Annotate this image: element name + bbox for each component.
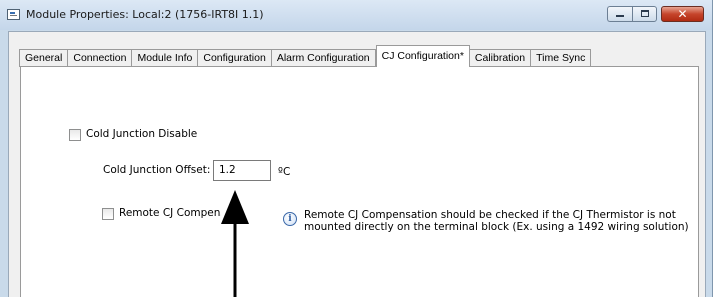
remote-cj-compensation-label: Remote CJ Compensation — [119, 207, 221, 219]
window-icon — [7, 9, 20, 20]
tab-alarm-configuration[interactable]: Alarm Configuration — [271, 49, 376, 67]
cold-junction-disable-checkbox[interactable] — [69, 129, 81, 141]
module-properties-window: Module Properties: Local:2 (1756-IRT8I 1… — [0, 0, 713, 297]
tab-general[interactable]: General — [19, 49, 69, 67]
minimize-icon — [616, 15, 624, 17]
tab-configuration[interactable]: Configuration — [198, 49, 272, 67]
maximize-icon — [641, 10, 649, 17]
cold-junction-offset-label: Cold Junction Offset: — [103, 164, 211, 176]
cj-configuration-panel: Cold Junction Disable Cold Junction Offs… — [20, 66, 699, 297]
tab-time-sync[interactable]: Time Sync — [531, 49, 592, 67]
tab-connection[interactable]: Connection — [68, 49, 133, 67]
close-icon: ✕ — [677, 7, 688, 21]
tab-cj-configuration[interactable]: CJ Configuration* — [375, 45, 470, 67]
info-icon: i — [283, 212, 297, 226]
remote-cj-note-line-2: mounted directly on the terminal block (… — [304, 221, 689, 233]
window-controls: ✕ — [607, 6, 704, 24]
cold-junction-disable-label: Cold Junction Disable — [86, 128, 198, 140]
tab-module-info[interactable]: Module Info — [132, 49, 199, 67]
maximize-button[interactable] — [632, 6, 657, 22]
cold-junction-offset-input[interactable]: 1.2 — [213, 160, 271, 181]
tab-strip: General Connection Module Info Configura… — [19, 45, 592, 67]
close-button[interactable]: ✕ — [661, 6, 704, 22]
window-title: Module Properties: Local:2 (1756-IRT8I 1… — [26, 8, 264, 21]
minimize-button[interactable] — [607, 6, 632, 22]
title-bar[interactable]: Module Properties: Local:2 (1756-IRT8I 1… — [0, 0, 712, 30]
offset-unit-label: ºC — [278, 166, 291, 178]
tab-calibration[interactable]: Calibration — [469, 49, 532, 67]
remote-cj-note-line-1: Remote CJ Compensation should be checked… — [304, 209, 676, 221]
remote-cj-compensation-checkbox[interactable] — [102, 208, 114, 220]
